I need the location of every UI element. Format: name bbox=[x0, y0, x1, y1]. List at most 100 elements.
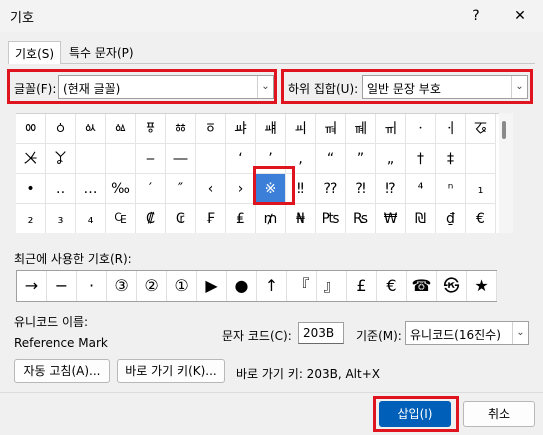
symbol-cell[interactable]: ㆩ bbox=[46, 144, 76, 174]
shortcut-text: 바로 가기 키: 203B, Alt+X bbox=[236, 367, 380, 381]
symbol-cell[interactable]: ㆄ bbox=[136, 114, 166, 144]
shortcut-key-button[interactable]: 바로 가기 키(K)... bbox=[117, 359, 225, 383]
symbol-cell[interactable]: ㆇ bbox=[226, 114, 256, 144]
symbol-cell[interactable]: ㆎ bbox=[436, 114, 466, 144]
symbol-cell[interactable]: ⁉ bbox=[376, 174, 406, 204]
symbol-cell[interactable]: ― bbox=[166, 144, 196, 174]
from-label: 기준(M): bbox=[356, 329, 402, 343]
help-button[interactable]: ? bbox=[460, 4, 492, 28]
unicode-name-label: 유니코드 이름: bbox=[14, 315, 89, 329]
symbol-cell[interactable]: ㆂ bbox=[76, 114, 106, 144]
footer-divider bbox=[0, 392, 543, 393]
recent-symbol-cell[interactable]: ● bbox=[227, 271, 257, 301]
symbol-cell[interactable]: ㆁ bbox=[46, 114, 76, 144]
unicode-name-value: Reference Mark bbox=[14, 336, 108, 350]
recent-symbol-cell[interactable]: ▶ bbox=[197, 271, 227, 301]
font-highlight-box bbox=[7, 69, 277, 104]
symbol-cell[interactable]: ‹ bbox=[196, 174, 226, 204]
symbol-cell[interactable] bbox=[196, 144, 226, 174]
from-select-value: 유니코드(16진수) bbox=[410, 328, 501, 342]
symbol-cell[interactable]: € bbox=[466, 204, 496, 233]
symbol-cell[interactable]: ₦ bbox=[286, 204, 316, 233]
recent-symbol-cell[interactable]: − bbox=[47, 271, 77, 301]
symbol-cell[interactable]: ‥ bbox=[46, 174, 76, 204]
symbol-cell[interactable] bbox=[466, 144, 496, 174]
symbol-cell[interactable]: ㆅ bbox=[166, 114, 196, 144]
symbol-cell[interactable]: ‘ bbox=[226, 144, 256, 174]
autocorrect-button[interactable]: 자동 고침(A)... bbox=[14, 359, 110, 383]
symbol-cell[interactable]: • bbox=[16, 174, 46, 204]
selected-symbol-highlight-box bbox=[253, 166, 295, 205]
symbol-cell[interactable]: ‰ bbox=[106, 174, 136, 204]
symbol-cell[interactable]: … bbox=[76, 174, 106, 204]
recent-symbol-cell[interactable]: 』 bbox=[317, 271, 347, 301]
symbol-cell[interactable]: ㆋ bbox=[346, 114, 376, 144]
symbol-cell[interactable]: ⁈ bbox=[346, 174, 376, 204]
symbol-cell[interactable]: ⁿ bbox=[436, 174, 466, 204]
symbol-cell[interactable]: ₁ bbox=[466, 174, 496, 204]
cancel-button[interactable]: 취소 bbox=[463, 401, 535, 427]
symbol-cell[interactable]: „ bbox=[376, 144, 406, 174]
symbol-cell[interactable]: ⁇ bbox=[316, 174, 346, 204]
recent-symbol-cell[interactable]: ② bbox=[137, 271, 167, 301]
recent-symbol-cell[interactable]: ↑ bbox=[257, 271, 287, 301]
symbol-cell[interactable]: ₪ bbox=[406, 204, 436, 233]
symbol-cell[interactable]: ″ bbox=[166, 174, 196, 204]
symbol-cell[interactable]: ₃ bbox=[46, 204, 76, 233]
symbol-cell[interactable]: › bbox=[226, 174, 256, 204]
tab-special-characters[interactable]: 특수 문자(P) bbox=[63, 41, 140, 64]
symbol-cell[interactable]: ‒ bbox=[136, 144, 166, 174]
symbol-cell[interactable] bbox=[106, 144, 136, 174]
symbol-cell[interactable]: “ bbox=[316, 144, 346, 174]
symbol-cell[interactable]: ㆊ bbox=[316, 114, 346, 144]
symbol-cell[interactable]: ₨ bbox=[346, 204, 376, 233]
symbol-cell[interactable]: ㆌ bbox=[376, 114, 406, 144]
symbol-cell[interactable]: ‡ bbox=[436, 144, 466, 174]
recent-symbol-cell[interactable]: ③ bbox=[107, 271, 137, 301]
recent-symbol-cell[interactable]: ㉿ bbox=[437, 271, 467, 301]
scrollbar-thumb[interactable] bbox=[502, 121, 506, 139]
symbol-cell[interactable]: ₣ bbox=[196, 204, 226, 233]
symbol-cell[interactable]: ㆈ bbox=[256, 114, 286, 144]
symbol-cell[interactable]: ₧ bbox=[316, 204, 346, 233]
symbol-cell[interactable]: ₂ bbox=[16, 204, 46, 233]
symbol-cell[interactable]: ” bbox=[346, 144, 376, 174]
tab-symbols[interactable]: 기호(S) bbox=[8, 41, 62, 64]
symbol-cell[interactable]: ㆃ bbox=[106, 114, 136, 144]
symbol-cell[interactable]: ₠ bbox=[106, 204, 136, 233]
symbol-cell[interactable]: ₤ bbox=[226, 204, 256, 233]
recent-label: 최근에 사용한 기호(R): bbox=[14, 252, 132, 266]
char-code-label: 문자 코드(C): bbox=[222, 329, 292, 343]
symbol-cell[interactable]: † bbox=[406, 144, 436, 174]
from-select[interactable]: 유니코드(16진수) ⌄ bbox=[405, 321, 529, 345]
subset-highlight-box bbox=[281, 69, 533, 104]
symbol-cell[interactable]: ㆆ bbox=[196, 114, 226, 144]
symbol-cell[interactable]: ㆍ bbox=[406, 114, 436, 144]
recent-symbol-cell[interactable]: ★ bbox=[467, 271, 497, 301]
recent-symbol-cell[interactable]: · bbox=[77, 271, 107, 301]
chevron-down-icon[interactable]: ⌄ bbox=[512, 322, 528, 344]
char-code-input[interactable]: 203B bbox=[298, 322, 344, 344]
symbol-cell[interactable]: ′ bbox=[136, 174, 166, 204]
symbol-cell[interactable]: ₥ bbox=[256, 204, 286, 233]
symbol-cell[interactable]: ₡ bbox=[136, 204, 166, 233]
symbol-cell[interactable]: ₄ bbox=[76, 204, 106, 233]
symbol-cell[interactable]: ₩ bbox=[376, 204, 406, 233]
recent-symbol-cell[interactable]: € bbox=[377, 271, 407, 301]
symbol-cell[interactable]: ㆉ bbox=[286, 114, 316, 144]
recent-symbol-cell[interactable]: 『 bbox=[287, 271, 317, 301]
symbol-cell[interactable]: ₫ bbox=[436, 204, 466, 233]
symbol-cell[interactable]: ⁴ bbox=[406, 174, 436, 204]
recent-symbol-cell[interactable]: £ bbox=[347, 271, 377, 301]
symbol-cell[interactable]: ㆀ bbox=[16, 114, 46, 144]
insert-highlight-box bbox=[373, 396, 459, 432]
recent-symbol-cell[interactable]: ① bbox=[167, 271, 197, 301]
symbol-cell[interactable]: ㆧ bbox=[466, 114, 496, 144]
symbol-cell[interactable] bbox=[76, 144, 106, 174]
recent-symbol-cell[interactable]: → bbox=[17, 271, 47, 301]
recent-symbol-cell[interactable]: ☎ bbox=[407, 271, 437, 301]
close-button[interactable]: ✕ bbox=[504, 4, 536, 28]
symbol-cell[interactable]: ㆨ bbox=[16, 144, 46, 174]
recent-symbols-row[interactable]: → − · ③ ② ① ▶ ● ↑ 『』 £ € ☎ ㉿ ★ bbox=[16, 270, 497, 302]
symbol-cell[interactable]: ₢ bbox=[166, 204, 196, 233]
